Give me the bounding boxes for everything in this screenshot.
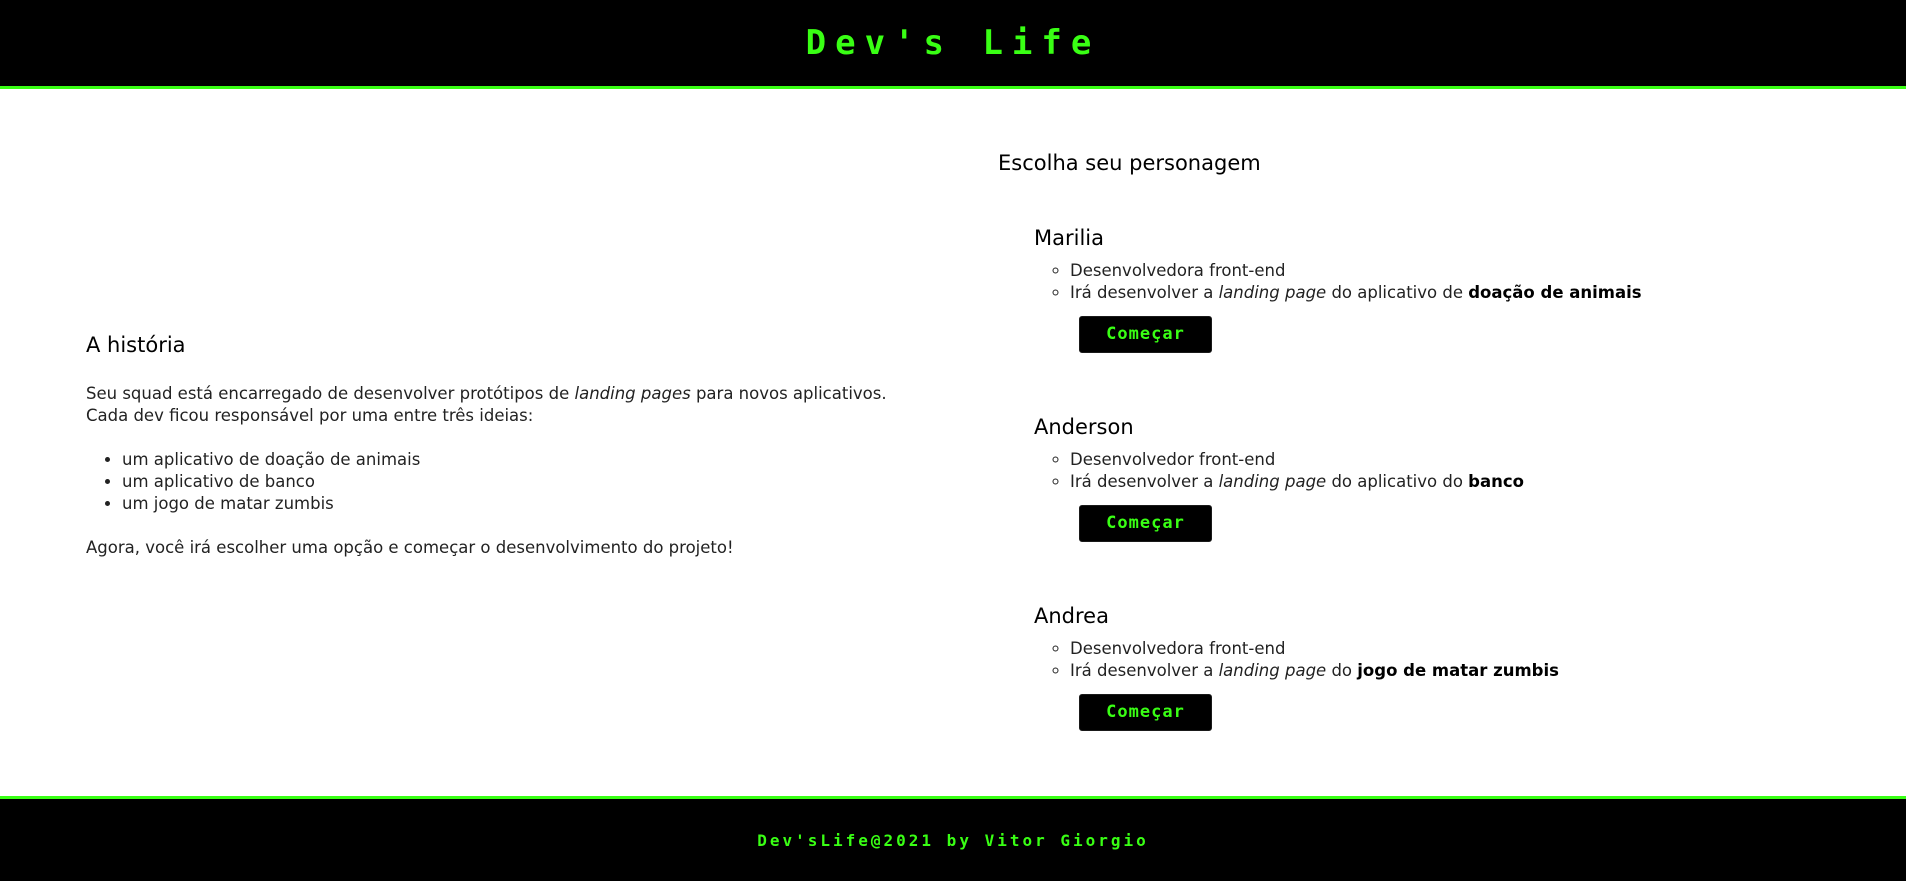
- character-card-marilia: Marilia Desenvolvedora front-end Irá des…: [1034, 226, 1642, 353]
- footer-credits: Dev'sLife@2021 by Vitor Giorgio: [757, 830, 1149, 850]
- character-role: Desenvolvedor front-end: [1070, 449, 1524, 471]
- character-task: Irá desenvolver a landing page do aplica…: [1070, 471, 1524, 493]
- task-emphasis: landing page: [1218, 661, 1327, 680]
- character-role: Desenvolvedora front-end: [1070, 638, 1559, 660]
- character-details: Desenvolvedora front-end Irá desenvolver…: [1070, 638, 1559, 682]
- story-intro: Seu squad está encarregado de desenvolve…: [86, 383, 906, 427]
- character-task: Irá desenvolver a landing page do aplica…: [1070, 282, 1642, 304]
- characters-heading: Escolha seu personagem: [998, 151, 1261, 175]
- list-item: um aplicativo de banco: [122, 471, 906, 493]
- character-name: Marilia: [1034, 226, 1104, 250]
- start-button-marilia[interactable]: Começar: [1079, 316, 1212, 353]
- task-text: Irá desenvolver a: [1070, 283, 1219, 302]
- character-role: Desenvolvedora front-end: [1070, 260, 1642, 282]
- task-text-mid: do: [1326, 661, 1358, 680]
- main-content: A história Seu squad está encarregado de…: [0, 89, 1906, 797]
- character-card-andrea: Andrea Desenvolvedora front-end Irá dese…: [1034, 604, 1559, 731]
- story-section: A história Seu squad está encarregado de…: [86, 333, 906, 559]
- story-heading: A história: [86, 333, 186, 357]
- site-header: Dev's Life: [0, 0, 1906, 89]
- ideas-list: um aplicativo de doação de animais um ap…: [122, 449, 906, 515]
- list-item: um aplicativo de doação de animais: [122, 449, 906, 471]
- start-button-andrea[interactable]: Começar: [1079, 694, 1212, 731]
- task-text: Irá desenvolver a: [1070, 661, 1219, 680]
- task-text: Irá desenvolver a: [1070, 472, 1219, 491]
- task-text-mid: do aplicativo do: [1326, 472, 1469, 491]
- task-project: jogo de matar zumbis: [1357, 661, 1559, 680]
- story-intro-emphasis: landing pages: [574, 384, 691, 403]
- character-details: Desenvolvedora front-end Irá desenvolver…: [1070, 260, 1642, 304]
- character-details: Desenvolvedor front-end Irá desenvolver …: [1070, 449, 1524, 493]
- characters-section: Escolha seu personagem Marilia Desenvolv…: [998, 151, 1818, 731]
- task-project: banco: [1468, 472, 1524, 491]
- task-text-mid: do aplicativo de: [1326, 283, 1469, 302]
- task-project: doação de animais: [1468, 283, 1642, 302]
- task-emphasis: landing page: [1218, 283, 1327, 302]
- character-name: Anderson: [1034, 415, 1134, 439]
- character-task: Irá desenvolver a landing page do jogo d…: [1070, 660, 1559, 682]
- start-button-anderson[interactable]: Começar: [1079, 505, 1212, 542]
- site-footer: Dev'sLife@2021 by Vitor Giorgio: [0, 796, 1906, 881]
- list-item: um jogo de matar zumbis: [122, 493, 906, 515]
- character-name: Andrea: [1034, 604, 1109, 628]
- story-outro: Agora, você irá escolher uma opção e com…: [86, 538, 734, 557]
- site-title: Dev's Life: [805, 23, 1101, 63]
- story-intro-text: Seu squad está encarregado de desenvolve…: [86, 384, 575, 403]
- character-card-anderson: Anderson Desenvolvedor front-end Irá des…: [1034, 415, 1524, 542]
- task-emphasis: landing page: [1218, 472, 1327, 491]
